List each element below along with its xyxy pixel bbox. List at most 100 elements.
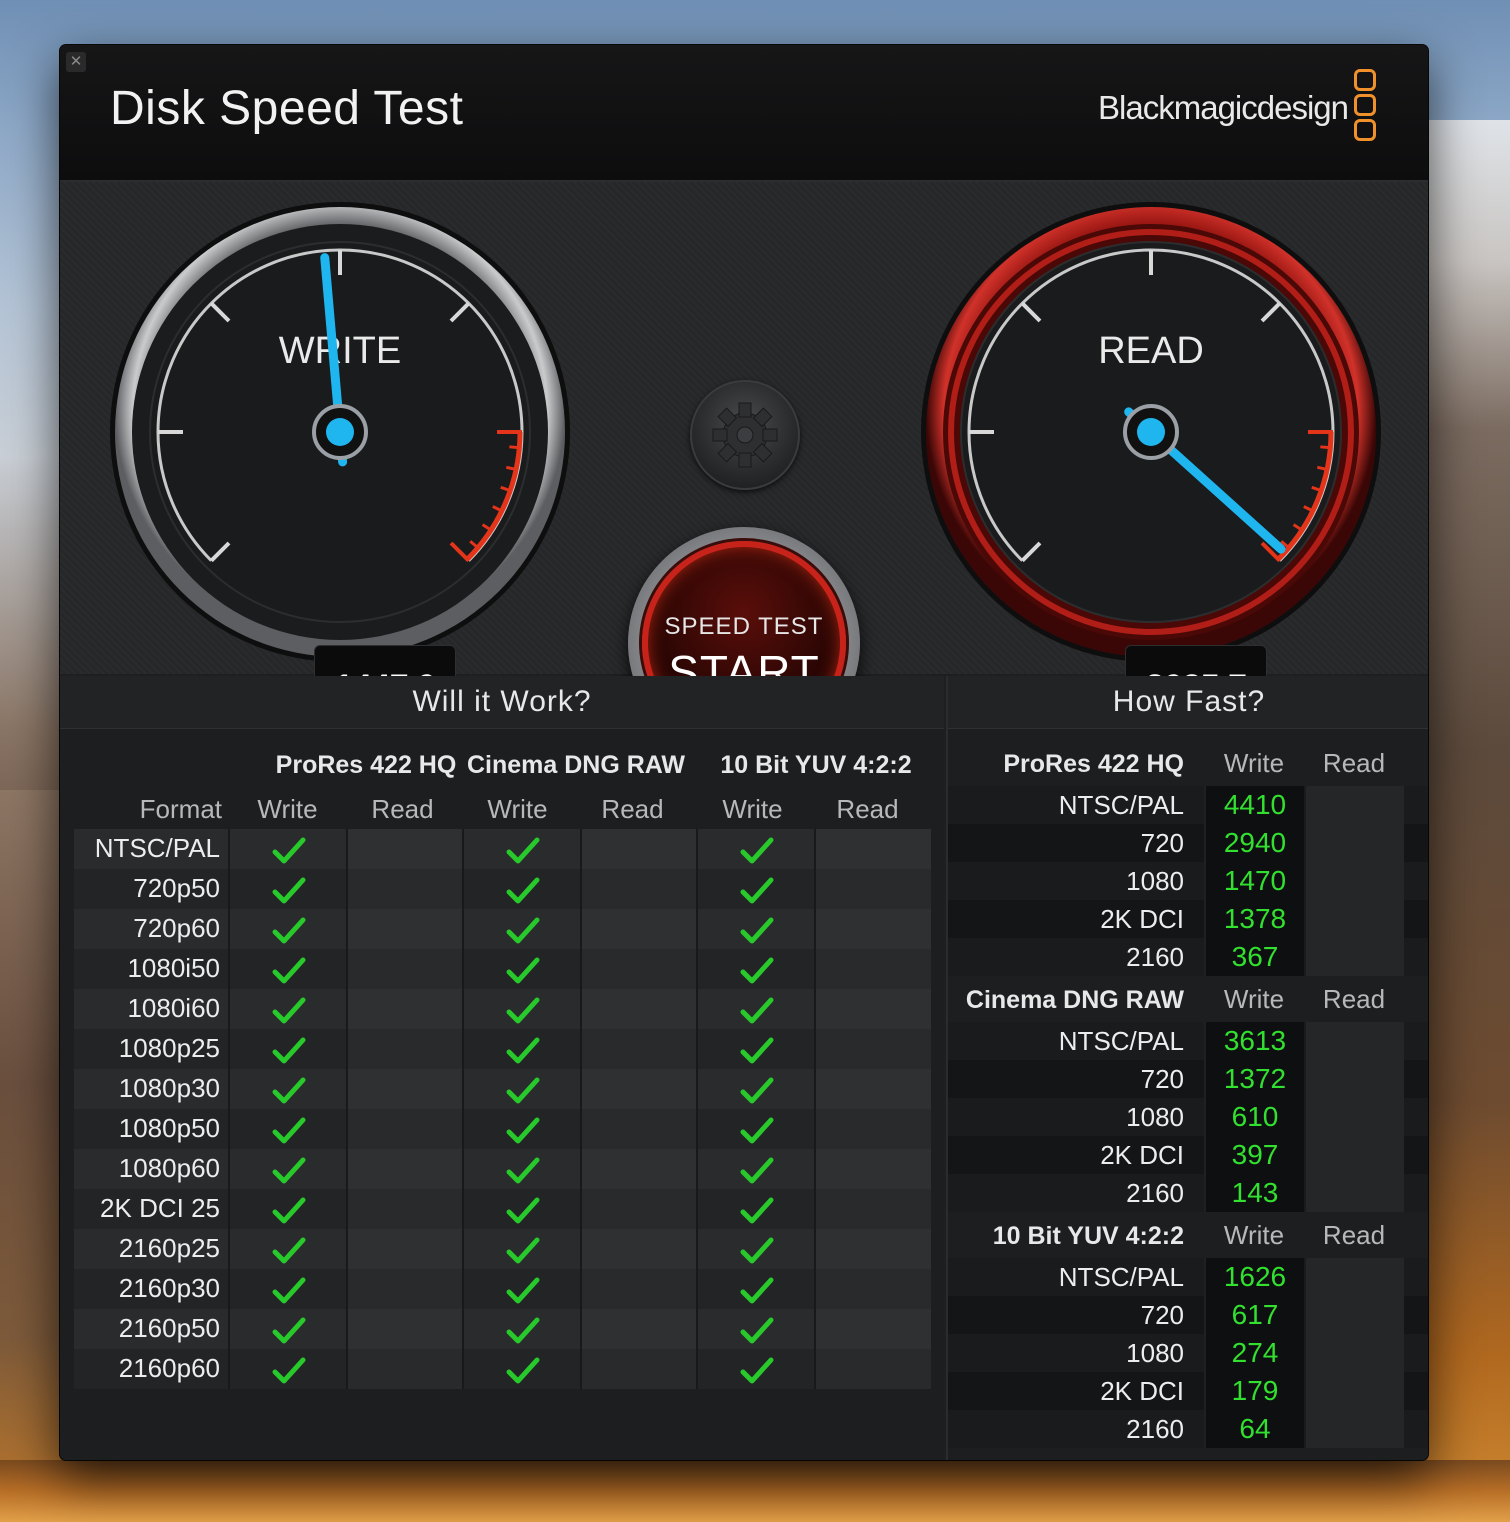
how-fast-row-label: 2160 (1126, 1178, 1184, 1208)
app-title: Disk Speed Test (110, 82, 464, 135)
checkmark-icon (506, 1157, 540, 1184)
write-result-cell (228, 1269, 348, 1309)
read-result-cell (814, 1109, 931, 1149)
format-header: Format (139, 794, 222, 824)
checkmark-icon (272, 1077, 306, 1104)
table-row: 1080p50 (74, 1109, 931, 1149)
write-result-cell (228, 1309, 348, 1349)
how-fast-row-label: 1080 (1126, 1102, 1184, 1132)
read-result-cell (580, 1309, 698, 1349)
checkmark-icon (740, 1357, 774, 1384)
how-fast-row-label: NTSC/PAL (1058, 790, 1184, 820)
write-result-cell (696, 1269, 816, 1309)
write-result-cell (696, 1029, 816, 1069)
write-result-cell (228, 1189, 348, 1229)
how-fast-write-value: 367 (1204, 938, 1304, 976)
checkmark-icon (740, 917, 774, 944)
desktop-background-right (1428, 120, 1510, 1522)
checkmark-icon (740, 1317, 774, 1344)
checkmark-icon (506, 957, 540, 984)
how-fast-read-value (1304, 1098, 1404, 1136)
read-result-cell (346, 909, 464, 949)
write-result-cell (462, 1069, 582, 1109)
write-result-cell (696, 1189, 816, 1229)
format-label: 1080i50 (127, 953, 220, 983)
read-gauge-dial: READ (921, 202, 1381, 662)
write-result-cell (228, 989, 348, 1029)
write-result-cell (696, 1349, 816, 1389)
how-fast-write-value: 179 (1204, 1372, 1304, 1410)
write-result-cell (228, 1349, 348, 1389)
how-fast-read-header: Read (1322, 984, 1386, 1014)
write-result-cell (462, 1029, 582, 1069)
read-result-cell (346, 949, 464, 989)
how-fast-write-header: Write (1223, 984, 1285, 1014)
checkmark-icon (272, 1357, 306, 1384)
checkmark-icon (272, 1037, 306, 1064)
read-gauge-label: READ (1098, 330, 1204, 372)
read-result-cell (814, 869, 931, 909)
how-fast-write-header: Write (1223, 748, 1285, 778)
how-fast-read-value (1304, 1060, 1404, 1098)
brand-name: Blackmagicdesign (1098, 89, 1349, 126)
table-row: 720p50 (74, 869, 931, 909)
read-column-header: Read (836, 794, 899, 824)
how-fast-row-label: 720 (1140, 1064, 1184, 1094)
how-fast-read-value (1304, 1410, 1404, 1448)
checkmark-icon (272, 1157, 306, 1184)
table-row: 2160p30 (74, 1269, 931, 1309)
format-label: 720p60 (133, 913, 220, 943)
how-fast-read-value (1304, 1136, 1404, 1174)
read-result-cell (814, 1309, 931, 1349)
write-result-cell (462, 869, 582, 909)
settings-button[interactable] (690, 380, 800, 490)
read-result-cell (814, 829, 931, 869)
checkmark-icon (740, 957, 774, 984)
how-fast-write-value: 617 (1204, 1296, 1304, 1334)
write-result-cell (696, 1109, 816, 1149)
how-fast-row-label: 2160 (1126, 1414, 1184, 1444)
how-fast-read-value (1304, 900, 1404, 938)
checkmark-icon (506, 1237, 540, 1264)
checkmark-icon (272, 1197, 306, 1224)
how-fast-title: How Fast? (948, 676, 1428, 729)
how-fast-write-value: 274 (1204, 1334, 1304, 1372)
how-fast-row-label: 720 (1140, 828, 1184, 858)
checkmark-icon (740, 1037, 774, 1064)
write-gauge-label: WRITE (279, 330, 401, 372)
write-result-cell (228, 1109, 348, 1149)
close-icon[interactable]: ✕ (66, 52, 86, 72)
format-label: 2160p25 (118, 1233, 220, 1263)
how-fast-row: 2K DCI 179 (948, 1372, 1428, 1410)
write-column-header: Write (257, 794, 318, 824)
how-fast-row: 720 617 (948, 1296, 1428, 1334)
read-gauge-minor-tick (1320, 445, 1333, 450)
checkmark-icon (506, 1117, 540, 1144)
read-result-cell (580, 909, 698, 949)
format-label: NTSC/PAL (94, 833, 220, 863)
checkmark-icon (740, 1277, 774, 1304)
how-fast-write-header: Write (1223, 1220, 1285, 1250)
how-fast-write-value: 143 (1204, 1174, 1304, 1212)
how-fast-row: NTSC/PAL 3613 (948, 1022, 1428, 1060)
how-fast-row: NTSC/PAL 4410 (948, 786, 1428, 824)
will-it-work-title: Will it Work? (60, 676, 944, 729)
read-gauge: READ3025.7MB/s (916, 197, 1386, 745)
table-row: 2160p25 (74, 1229, 931, 1269)
how-fast-write-value: 2940 (1204, 824, 1304, 862)
how-fast-read-header: Read (1322, 1220, 1386, 1250)
read-result-cell (346, 1069, 464, 1109)
how-fast-row: 2160 64 (948, 1410, 1428, 1448)
checkmark-icon (272, 917, 306, 944)
write-result-cell (462, 1309, 582, 1349)
how-fast-row: 720 1372 (948, 1060, 1428, 1098)
how-fast-read-value (1304, 938, 1404, 976)
how-fast-write-value: 1470 (1204, 862, 1304, 900)
group-title: Cinema DNG RAW (466, 751, 686, 779)
checkmark-icon (272, 1117, 306, 1144)
write-result-cell (696, 909, 816, 949)
gauge-panel: WRITE1447.0MB/s READ3025.7MB/s (60, 182, 1428, 759)
checkmark-icon (272, 1277, 306, 1304)
how-fast-write-value: 1372 (1204, 1060, 1304, 1098)
checkmark-icon (506, 917, 540, 944)
